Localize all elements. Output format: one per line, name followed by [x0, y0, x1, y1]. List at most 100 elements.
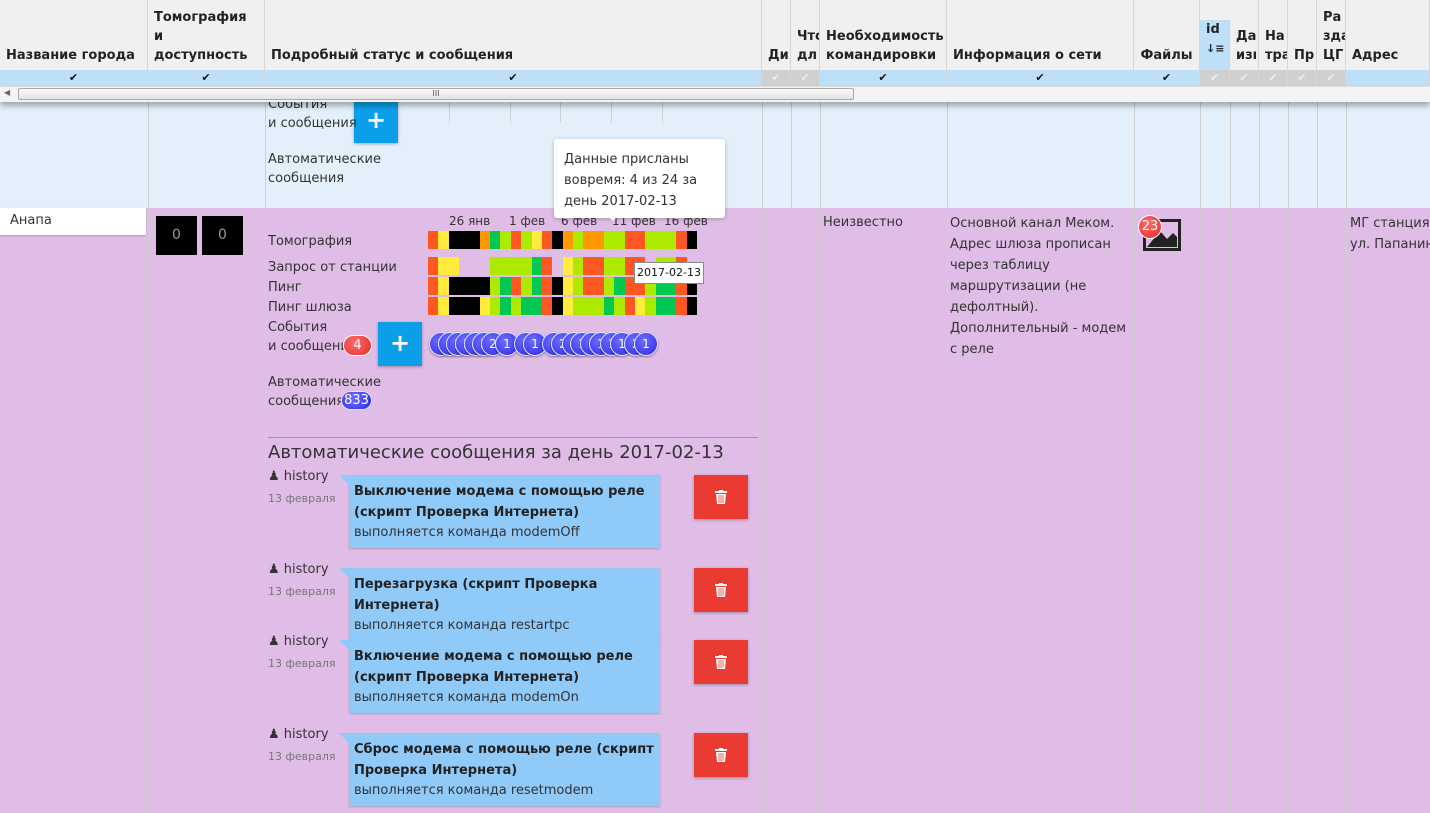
status-cell-ping[interactable]: [531, 277, 542, 295]
column-header-razdel[interactable]: Ра зда ЦГ: [1317, 0, 1346, 70]
status-cell-tomography[interactable]: [562, 231, 573, 249]
status-cell-tomography[interactable]: [686, 231, 698, 249]
status-cell-ping[interactable]: [510, 277, 522, 295]
column-header-direction[interactable]: На тра: [1259, 0, 1288, 70]
filter-checkbox-direction[interactable]: ✔: [1259, 70, 1288, 86]
filter-checkbox-chto[interactable]: ✔: [791, 70, 820, 86]
add-event-button[interactable]: +: [378, 322, 422, 366]
column-header-pr[interactable]: Пр: [1288, 0, 1317, 70]
status-cell-tomography[interactable]: [552, 231, 563, 249]
filter-checkbox-id[interactable]: ✔: [1200, 70, 1230, 86]
status-cell-station_request[interactable]: [510, 257, 522, 275]
column-header-address[interactable]: Адрес: [1346, 0, 1430, 70]
status-cell-ping[interactable]: [469, 277, 480, 295]
status-cell-ping[interactable]: [603, 277, 615, 295]
status-cell-tomography[interactable]: [614, 231, 625, 249]
status-cell-tomography[interactable]: [593, 231, 604, 249]
status-cell-tomography[interactable]: [469, 231, 480, 249]
status-cell-ping[interactable]: [583, 277, 594, 295]
status-cell-gateway_ping[interactable]: [655, 297, 667, 315]
sort-ascending-icon[interactable]: ↓≡: [1206, 39, 1224, 58]
status-cell-gateway_ping[interactable]: [686, 297, 698, 315]
status-cell-ping[interactable]: [438, 277, 449, 295]
status-cell-tomography[interactable]: [500, 231, 511, 249]
status-cell-tomography[interactable]: [428, 231, 439, 249]
status-cell-ping[interactable]: [541, 277, 553, 295]
status-cell-station_request[interactable]: [614, 257, 625, 275]
status-cell-station_request[interactable]: [448, 257, 460, 275]
status-cell-gateway_ping[interactable]: [490, 297, 501, 315]
delete-message-button[interactable]: [694, 733, 748, 777]
status-cell-gateway_ping[interactable]: [593, 297, 604, 315]
status-cell-gateway_ping[interactable]: [603, 297, 615, 315]
status-cell-tomography[interactable]: [448, 231, 460, 249]
filter-checkbox-tomography[interactable]: ✔: [148, 70, 265, 86]
status-cell-station_request[interactable]: [521, 257, 532, 275]
filter-checkbox-city-name[interactable]: ✔: [0, 70, 148, 86]
status-cell-gateway_ping[interactable]: [676, 297, 687, 315]
status-cell-tomography[interactable]: [635, 231, 646, 249]
status-cell-gateway_ping[interactable]: [531, 297, 542, 315]
status-cell-tomography[interactable]: [541, 231, 553, 249]
status-cell-gateway_ping[interactable]: [459, 297, 470, 315]
column-header-tomography[interactable]: Томография и доступность: [148, 0, 265, 70]
status-cell-gateway_ping[interactable]: [572, 297, 584, 315]
status-cell-ping[interactable]: [562, 277, 573, 295]
status-cell-gateway_ping[interactable]: [645, 297, 656, 315]
status-cell-gateway_ping[interactable]: [448, 297, 460, 315]
status-cell-station_request[interactable]: [572, 257, 584, 275]
filter-checkbox-razdel[interactable]: ✔: [1317, 70, 1346, 86]
status-cell-station_request[interactable]: [490, 257, 501, 275]
column-header-status[interactable]: Подробный статус и сообщения: [265, 0, 762, 70]
status-cell-gateway_ping[interactable]: [624, 297, 636, 315]
status-cell-tomography[interactable]: [624, 231, 636, 249]
status-cell-station_request[interactable]: [562, 257, 573, 275]
delete-message-button[interactable]: [694, 568, 748, 612]
auto-messages-count-badge[interactable]: 833: [341, 391, 372, 410]
status-cell-tomography[interactable]: [438, 231, 449, 249]
delete-message-button[interactable]: [694, 475, 748, 519]
status-cell-ping[interactable]: [490, 277, 501, 295]
event-bubble[interactable]: 1: [634, 332, 658, 356]
status-cell-station_request[interactable]: [531, 257, 542, 275]
status-cell-gateway_ping[interactable]: [552, 297, 563, 315]
filter-checkbox-network[interactable]: ✔: [947, 70, 1134, 86]
tomography-count[interactable]: 0: [156, 216, 197, 255]
status-cell-gateway_ping[interactable]: [583, 297, 594, 315]
status-cell-gateway_ping[interactable]: [541, 297, 553, 315]
status-cell-ping[interactable]: [572, 277, 584, 295]
column-header-di[interactable]: Ди: [762, 0, 791, 70]
filter-checkbox-files[interactable]: ✔: [1134, 70, 1200, 86]
status-cell-ping[interactable]: [552, 277, 563, 295]
horizontal-scrollbar[interactable]: ◀ III: [0, 86, 1430, 102]
status-cell-station_request[interactable]: [583, 257, 594, 275]
status-cell-gateway_ping[interactable]: [428, 297, 439, 315]
city-name[interactable]: Анапа: [0, 208, 146, 235]
add-event-button[interactable]: +: [354, 99, 398, 143]
status-cell-tomography[interactable]: [572, 231, 584, 249]
status-cell-tomography[interactable]: [479, 231, 491, 249]
status-cell-tomography[interactable]: [459, 231, 470, 249]
status-cell-tomography[interactable]: [603, 231, 615, 249]
status-cell-gateway_ping[interactable]: [438, 297, 449, 315]
status-cell-gateway_ping[interactable]: [510, 297, 522, 315]
filter-checkbox-di[interactable]: ✔: [762, 70, 791, 86]
column-header-id[interactable]: id ↓≡: [1200, 20, 1230, 70]
delete-message-button[interactable]: [694, 640, 748, 684]
status-cell-gateway_ping[interactable]: [500, 297, 511, 315]
status-cell-ping[interactable]: [448, 277, 460, 295]
status-cell-tomography[interactable]: [676, 231, 687, 249]
scrollbar-thumb[interactable]: III: [18, 88, 854, 100]
status-cell-ping[interactable]: [521, 277, 532, 295]
availability-count[interactable]: 0: [202, 216, 243, 255]
status-cell-tomography[interactable]: [666, 231, 677, 249]
filter-checkbox-pr[interactable]: ✔: [1288, 70, 1317, 86]
status-cell-tomography[interactable]: [510, 231, 522, 249]
status-cell-ping[interactable]: [500, 277, 511, 295]
status-cell-station_request[interactable]: [593, 257, 604, 275]
filter-checkbox-date-changed[interactable]: ✔: [1230, 70, 1259, 86]
scroll-left-arrow-icon[interactable]: ◀: [4, 88, 10, 97]
filter-checkbox-status[interactable]: ✔: [265, 70, 762, 86]
status-cell-gateway_ping[interactable]: [666, 297, 677, 315]
status-cell-gateway_ping[interactable]: [562, 297, 573, 315]
